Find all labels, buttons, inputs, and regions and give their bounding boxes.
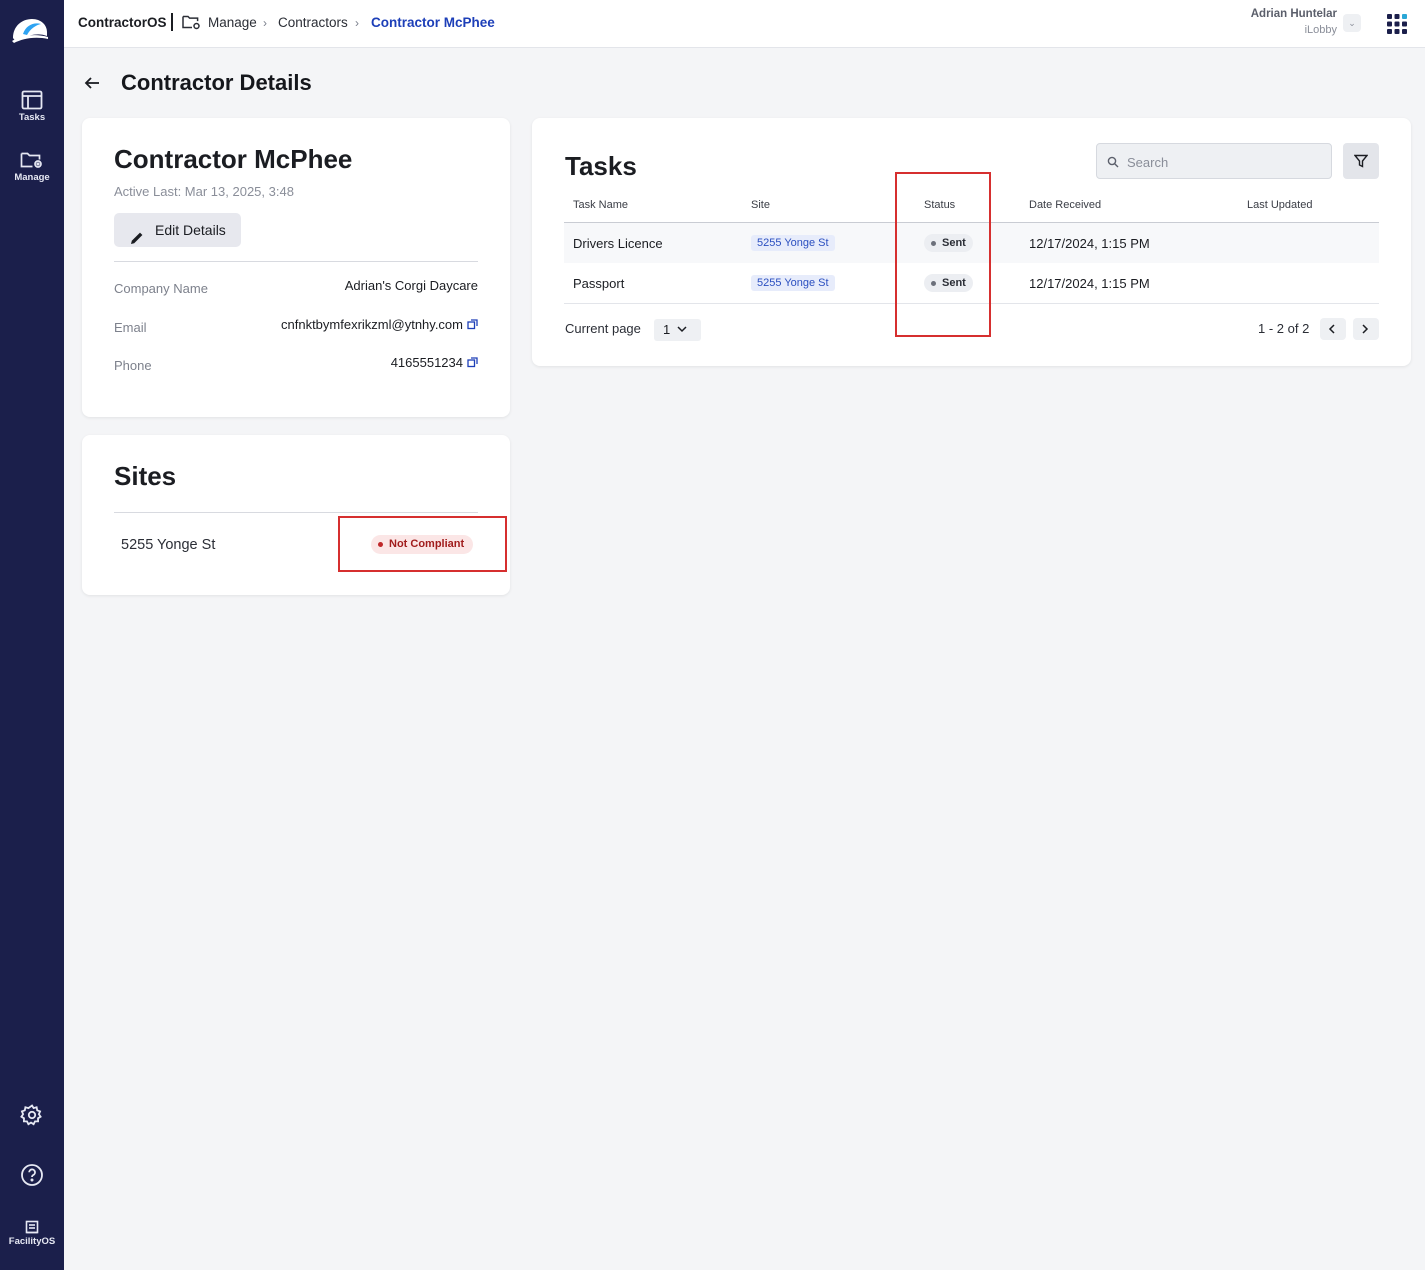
filter-button[interactable] — [1343, 143, 1379, 179]
sites-title: Sites — [114, 461, 177, 491]
search-input[interactable] — [1127, 151, 1323, 173]
sidebar-footer-label: FacilityOS — [8, 1236, 56, 1247]
column-header-site[interactable]: Site — [751, 199, 770, 211]
chevron-right-icon: › — [355, 16, 359, 30]
tasks-icon — [21, 90, 43, 110]
settings-button[interactable] — [0, 1103, 64, 1127]
sidebar-item-facilityos[interactable]: FacilityOS — [0, 1220, 64, 1247]
highlight-box — [338, 516, 507, 572]
contractor-name: Contractor McPhee — [114, 144, 353, 174]
divider — [114, 261, 478, 262]
sidebar-item-label: Manage — [14, 172, 50, 183]
column-header-last-updated[interactable]: Last Updated — [1247, 199, 1312, 211]
pencil-icon — [130, 223, 144, 257]
app-brand[interactable]: ContractorOS — [78, 15, 167, 30]
chevron-right-icon: › — [263, 16, 267, 30]
column-header-date-received[interactable]: Date Received — [1029, 199, 1101, 211]
help-button[interactable] — [0, 1163, 64, 1187]
pagination-range: 1 - 2 of 2 — [1258, 321, 1310, 336]
edit-details-label: Edit Details — [155, 222, 226, 238]
filter-icon — [1354, 154, 1368, 168]
task-name: Drivers Licence — [573, 236, 663, 251]
gear-icon — [20, 1104, 42, 1126]
site-tag[interactable]: 5255 Yonge St — [751, 235, 835, 251]
folder-gear-icon — [20, 152, 42, 168]
phone-label: Phone — [114, 358, 152, 373]
back-arrow-icon[interactable] — [82, 73, 102, 98]
chevron-right-icon — [1362, 324, 1369, 334]
phone-value[interactable]: 4165551234 — [391, 355, 478, 371]
chevron-left-icon — [1328, 324, 1335, 334]
date-received: 12/17/2024, 1:15 PM — [1029, 276, 1150, 291]
edit-details-button[interactable]: Edit Details — [114, 213, 241, 247]
help-icon — [21, 1164, 43, 1186]
next-page-button[interactable] — [1353, 318, 1379, 340]
page-select[interactable]: 1 — [654, 319, 701, 341]
breadcrumb-current: Contractor McPhee — [371, 15, 495, 30]
breadcrumb-contractors[interactable]: Contractors — [278, 15, 348, 30]
search-box — [1096, 143, 1332, 179]
company-name-value: Adrian's Corgi Daycare — [344, 278, 478, 293]
external-link-icon[interactable] — [467, 356, 478, 371]
tasks-title: Tasks — [565, 151, 637, 181]
app-logo-icon[interactable] — [10, 12, 50, 48]
site-name[interactable]: 5255 Yonge St — [121, 537, 215, 553]
building-icon — [25, 1220, 39, 1234]
active-last: Active Last: Mar 13, 2025, 3:48 — [114, 184, 294, 199]
user-org: iLobby — [1304, 24, 1337, 36]
breadcrumb-manage[interactable]: Manage — [208, 15, 257, 30]
sidebar: Tasks Manage FacilityOS — [0, 0, 64, 1270]
site-tag[interactable]: 5255 Yonge St — [751, 275, 835, 291]
apps-grid-icon[interactable] — [1387, 14, 1407, 39]
column-header-task-name[interactable]: Task Name — [573, 199, 628, 211]
date-received: 12/17/2024, 1:15 PM — [1029, 236, 1150, 251]
contractor-card: Contractor McPhee Active Last: Mar 13, 2… — [82, 118, 510, 417]
chevron-down-icon[interactable]: ⌄ — [1343, 14, 1361, 32]
page-title: Contractor Details — [121, 70, 312, 95]
external-link-icon[interactable] — [467, 318, 478, 333]
sidebar-item-manage[interactable]: Manage — [0, 150, 64, 183]
page-select-value: 1 — [663, 322, 671, 337]
sidebar-item-label: Tasks — [18, 112, 46, 123]
current-page-label: Current page — [565, 321, 641, 336]
brand-divider — [171, 13, 173, 31]
divider — [114, 512, 478, 513]
task-name: Passport — [573, 276, 625, 291]
email-label: Email — [114, 320, 147, 335]
highlight-box — [895, 172, 991, 337]
search-icon — [1107, 155, 1119, 173]
sidebar-item-tasks[interactable]: Tasks — [0, 90, 64, 123]
previous-page-button[interactable] — [1320, 318, 1346, 340]
company-name-label: Company Name — [114, 281, 208, 296]
chevron-down-icon — [677, 326, 687, 333]
user-name[interactable]: Adrian Huntelar — [1251, 8, 1337, 20]
folder-gear-icon — [182, 14, 201, 36]
email-value[interactable]: cnfnktbymfexrikzml@ytnhy.com — [281, 317, 478, 333]
top-bar: ContractorOS Manage › Contractors › Cont… — [64, 0, 1425, 48]
